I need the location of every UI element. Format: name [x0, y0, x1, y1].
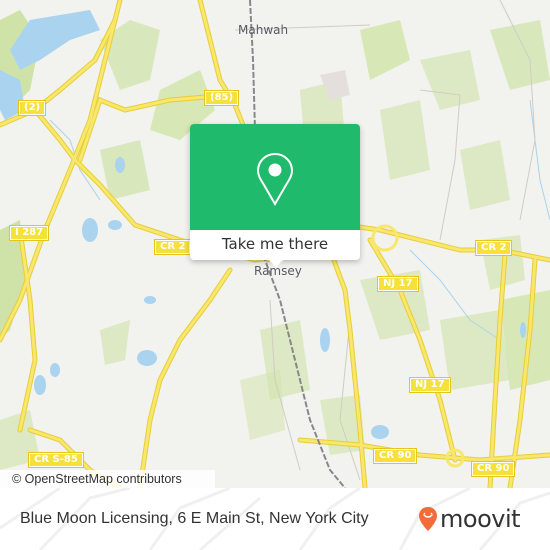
popup-header	[190, 124, 360, 230]
footer-bar: Blue Moon Licensing, 6 E Main St, New Yo…	[0, 488, 550, 550]
road-shield-crs85: CR S-85	[28, 452, 84, 468]
road-shield-cr90-east: CR 90	[470, 461, 516, 477]
road-shield-cr2-east: CR 2	[474, 240, 513, 256]
road-shield-i287: I 287	[8, 225, 50, 241]
road-shield-85: (85)	[203, 90, 240, 106]
moovit-wordmark: moovit	[440, 505, 521, 533]
road-shield-cr90-west: CR 90	[372, 448, 418, 464]
popup-pointer	[268, 259, 284, 267]
map-attribution[interactable]: © OpenStreetMap contributors	[0, 470, 215, 488]
road-shield-nj17-north: NJ 17	[377, 276, 419, 292]
road-shield-2: (2)	[17, 100, 47, 116]
location-popup: Take me there	[190, 124, 360, 267]
moovit-pin-icon	[419, 507, 437, 531]
place-label-mahwah: Mahwah	[238, 23, 289, 37]
address-text: Blue Moon Licensing, 6 E Main St, New Yo…	[20, 510, 369, 527]
location-pin-icon	[256, 152, 294, 206]
take-me-there-button[interactable]: Take me there	[190, 230, 360, 260]
moovit-logo[interactable]: moovit	[418, 505, 521, 533]
road-shield-nj17-south: NJ 17	[409, 377, 451, 393]
road-shield-cr2-west: CR 2	[153, 239, 192, 255]
